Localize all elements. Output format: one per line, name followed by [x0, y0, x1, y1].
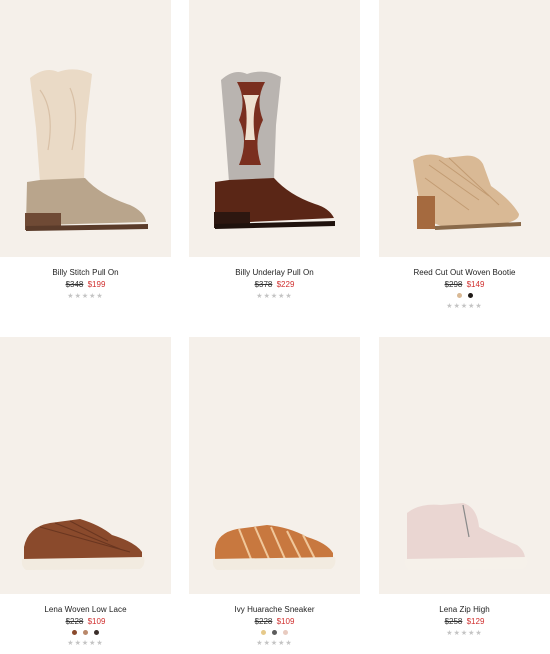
color-swatches: [379, 293, 550, 299]
sale-price: $129: [466, 617, 485, 626]
original-price: $228: [65, 617, 84, 626]
product-price: $348 $199: [0, 280, 171, 289]
product-price: $258 $129: [379, 617, 550, 626]
sale-price: $229: [276, 280, 295, 289]
product-image[interactable]: [379, 0, 550, 257]
product-card[interactable]: Lena Woven Low Lace $228 $109 ★★★★★: [0, 337, 171, 647]
original-price: $258: [444, 617, 463, 626]
original-price: $298: [444, 280, 463, 289]
product-price: $378 $229: [189, 280, 360, 289]
original-price: $378: [254, 280, 273, 289]
product-image[interactable]: [379, 337, 550, 594]
product-card[interactable]: Billy Stitch Pull On $348 $199 ★★★★★: [0, 0, 171, 300]
product-image[interactable]: [0, 0, 171, 257]
rating-stars: ★★★★★: [446, 630, 483, 637]
color-swatch[interactable]: [283, 630, 288, 635]
color-swatch[interactable]: [83, 630, 88, 635]
product-card[interactable]: Lena Zip High $258 $129 ★★★★★: [379, 337, 550, 637]
product-name[interactable]: Billy Underlay Pull On: [189, 268, 360, 277]
product-name[interactable]: Ivy Huarache Sneaker: [189, 605, 360, 614]
rating-stars: ★★★★★: [256, 640, 293, 647]
rating-stars: ★★★★★: [67, 293, 104, 300]
high-top-image: [404, 503, 528, 570]
original-price: $228: [254, 617, 273, 626]
bootie-image: [413, 154, 521, 230]
sale-price: $109: [87, 617, 106, 626]
product-card[interactable]: Reed Cut Out Woven Bootie $298 $149 ★★★★…: [379, 0, 550, 310]
boot-image: [214, 71, 335, 229]
product-price: $228 $109: [0, 617, 171, 626]
original-price: $348: [65, 280, 84, 289]
sale-price: $199: [87, 280, 106, 289]
product-name[interactable]: Billy Stitch Pull On: [0, 268, 171, 277]
color-swatch[interactable]: [272, 630, 277, 635]
sale-price: $109: [276, 617, 295, 626]
product-name[interactable]: Lena Zip High: [379, 605, 550, 614]
color-swatch[interactable]: [261, 630, 266, 635]
product-image[interactable]: [189, 337, 360, 594]
product-price: $228 $109: [189, 617, 360, 626]
sneaker-image: [21, 519, 145, 570]
product-image[interactable]: [189, 0, 360, 257]
product-card[interactable]: Billy Underlay Pull On $378 $229 ★★★★★: [189, 0, 360, 300]
product-name[interactable]: Lena Woven Low Lace: [0, 605, 171, 614]
product-price: $298 $149: [379, 280, 550, 289]
color-swatches: [189, 630, 360, 636]
rating-stars: ★★★★★: [446, 303, 483, 310]
product-name[interactable]: Reed Cut Out Woven Bootie: [379, 268, 550, 277]
rating-stars: ★★★★★: [67, 640, 104, 647]
sale-price: $149: [466, 280, 485, 289]
color-swatch[interactable]: [456, 293, 462, 298]
product-image[interactable]: [0, 337, 171, 594]
color-swatch[interactable]: [72, 630, 77, 635]
product-card[interactable]: Ivy Huarache Sneaker $228 $109 ★★★★★: [189, 337, 360, 647]
rating-stars: ★★★★★: [256, 293, 293, 300]
color-swatch[interactable]: [467, 293, 473, 298]
boot-image: [25, 69, 148, 231]
huarache-image: [212, 525, 336, 570]
color-swatches: [0, 630, 171, 636]
color-swatch[interactable]: [94, 630, 99, 635]
